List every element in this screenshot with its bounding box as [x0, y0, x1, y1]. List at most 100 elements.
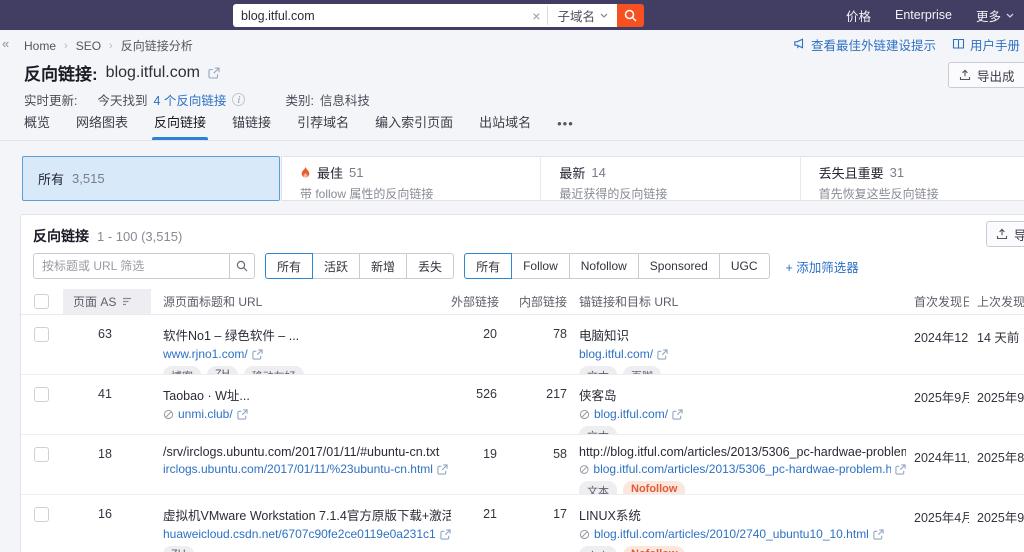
link-building-tips-link[interactable]: 查看最佳外链建设提示: [793, 35, 936, 54]
user-manual-link[interactable]: 用户手册: [952, 35, 1020, 54]
source-title: 虚拟机VMware Workstation 7.1.4官方原版下载+激活密钥+汉…: [163, 509, 451, 523]
nav-pricing[interactable]: 价格: [846, 6, 871, 25]
nav-enterprise[interactable]: Enterprise: [895, 8, 952, 22]
external-link-icon[interactable]: [657, 348, 668, 360]
tab-backlinks[interactable]: 反向链接: [152, 112, 209, 140]
tab-outbound-domains[interactable]: 出站域名: [479, 112, 531, 140]
search-scope-select[interactable]: 子域名: [547, 6, 617, 25]
anchor-text: 电脑知识: [579, 329, 630, 343]
column-page-as[interactable]: 页面 AS: [73, 293, 116, 310]
type-filter-nofollow[interactable]: Nofollow: [568, 253, 639, 279]
table-row: 63 软件No1 – 绿色软件 – ... www.rjno1.com/ 博客 …: [21, 315, 1024, 375]
target-url-link[interactable]: blog.itful.com/articles/2013/5306_pc-har…: [593, 462, 891, 476]
nofollow-tag-pill: Nofollow: [623, 546, 686, 552]
anchor-text: http://blog.itful.com/articles/2013/5306…: [579, 445, 906, 459]
tab-anchors[interactable]: 锚链接: [232, 112, 271, 140]
domain-search-widget: × 子域名: [233, 4, 644, 27]
filter-card-best[interactable]: 最佳 51 带 follow 属性的反向链接: [282, 157, 540, 201]
external-link-icon[interactable]: [672, 408, 683, 420]
search-icon: [236, 260, 248, 272]
type-filter-ugc[interactable]: UGC: [718, 253, 770, 279]
external-link-icon[interactable]: [440, 528, 451, 540]
external-link-icon[interactable]: [237, 408, 248, 420]
tag-pill: 文本: [579, 426, 617, 434]
clear-search-icon[interactable]: ×: [525, 8, 547, 24]
external-link-icon[interactable]: [895, 463, 906, 475]
column-source[interactable]: 源页面标题和 URL: [151, 293, 451, 310]
domain-search-input[interactable]: [233, 8, 526, 23]
breadcrumb-bar: « Home › SEO › 反向链接分析 查看最佳外链建设提示 用户手册 发送: [0, 30, 1024, 58]
new-count: 14: [591, 165, 606, 180]
table-row: 16 虚拟机VMware Workstation 7.1.4官方原版下载+激活密…: [21, 495, 1024, 552]
chevron-right-icon: ›: [64, 39, 68, 52]
row-checkbox[interactable]: [34, 447, 49, 462]
internal-links-value: 217: [546, 387, 567, 401]
tabs-more-icon[interactable]: •••: [557, 116, 574, 140]
last-seen-value: 2025年8: [977, 451, 1024, 465]
add-filter-button[interactable]: + 添加筛选器: [780, 253, 859, 279]
info-icon[interactable]: i: [232, 93, 246, 106]
export-as-button[interactable]: 导出成: [948, 62, 1024, 88]
filter-card-all[interactable]: 所有 3,515: [22, 156, 280, 201]
select-all-checkbox[interactable]: [34, 294, 49, 309]
external-link-icon[interactable]: [252, 348, 263, 360]
source-title: 软件No1 – 绿色软件 – ...: [163, 329, 300, 343]
status-filter-active[interactable]: 活跃: [312, 253, 361, 279]
type-filter-follow[interactable]: Follow: [511, 253, 570, 279]
column-last-seen[interactable]: 上次发现日期: [969, 293, 1024, 310]
page-as-value: 16: [98, 507, 112, 521]
filter-card-new[interactable]: 最新 14 最近获得的反向链接: [540, 157, 799, 201]
tab-indexed-pages[interactable]: 编入索引页面: [375, 112, 453, 140]
source-url-link[interactable]: huaweicloud.csdn.net/6707c90fe2ce0119e0a…: [163, 527, 436, 541]
source-url-link[interactable]: irclogs.ubuntu.com/2017/01/11/%23ubuntu-…: [163, 462, 433, 476]
external-links-value: 21: [483, 507, 497, 521]
nofollow-icon: [163, 409, 174, 419]
source-url-link[interactable]: unmi.club/: [178, 407, 233, 421]
target-url-link[interactable]: blog.itful.com/: [594, 407, 668, 421]
column-anchor-target[interactable]: 锚链接和目标 URL: [571, 293, 906, 310]
type-filter-all[interactable]: 所有: [464, 253, 513, 279]
nofollow-icon: [579, 409, 590, 419]
page-as-value: 63: [98, 327, 112, 341]
filter-search-button[interactable]: [229, 253, 255, 279]
external-link-icon[interactable]: [437, 463, 448, 475]
row-checkbox[interactable]: [34, 507, 49, 522]
found-backlinks-link[interactable]: 4 个反向链接: [154, 90, 227, 109]
status-filter-new[interactable]: 新增: [359, 253, 408, 279]
tab-referring-domains[interactable]: 引荐域名: [297, 112, 349, 140]
sidebar-collapse-icon[interactable]: «: [2, 36, 9, 51]
book-icon: [952, 38, 965, 49]
external-link-icon[interactable]: [873, 528, 884, 540]
all-count: 3,515: [72, 171, 105, 186]
sort-icon[interactable]: [122, 297, 132, 306]
breadcrumb-home[interactable]: Home: [24, 39, 56, 53]
target-url-link[interactable]: blog.itful.com/: [579, 347, 653, 361]
type-filter-sponsored[interactable]: Sponsored: [637, 253, 720, 279]
external-link-icon[interactable]: [208, 66, 220, 79]
nofollow-tag-pill: Nofollow: [623, 481, 686, 494]
internal-links-value: 17: [553, 507, 567, 521]
filter-card-lost-important[interactable]: 丢失且重要 31 首先恢复这些反向链接: [799, 157, 1024, 201]
chevron-down-icon: [600, 13, 608, 18]
tab-overview[interactable]: 概览: [24, 112, 50, 140]
page-as-value: 18: [98, 447, 112, 461]
breadcrumb-seo[interactable]: SEO: [76, 39, 101, 53]
column-internal-links[interactable]: 内部链接: [501, 293, 571, 310]
column-external-links[interactable]: 外部链接: [451, 293, 501, 310]
tab-network-graph[interactable]: 网络图表: [76, 112, 128, 140]
row-checkbox[interactable]: [34, 387, 49, 402]
title-url-filter-input[interactable]: [33, 253, 229, 279]
internal-links-value: 58: [553, 447, 567, 461]
target-url-link[interactable]: blog.itful.com/articles/2010/2740_ubuntu…: [594, 527, 869, 541]
nav-more[interactable]: 更多: [976, 6, 1014, 25]
table-export-button[interactable]: 导出: [986, 221, 1024, 247]
source-title: Taobao · W址...: [163, 389, 250, 403]
status-filter-lost[interactable]: 丢失: [406, 253, 455, 279]
column-first-seen[interactable]: 首次发现日期: [906, 293, 969, 310]
search-button[interactable]: [617, 4, 644, 27]
row-checkbox[interactable]: [34, 327, 49, 342]
status-filter-all[interactable]: 所有: [265, 253, 314, 279]
tag-pill: 页脚: [623, 366, 661, 374]
table-row: 41 Taobao · W址... unmi.club/ 526 217 侠客岛…: [21, 375, 1024, 435]
source-url-link[interactable]: www.rjno1.com/: [163, 347, 248, 361]
